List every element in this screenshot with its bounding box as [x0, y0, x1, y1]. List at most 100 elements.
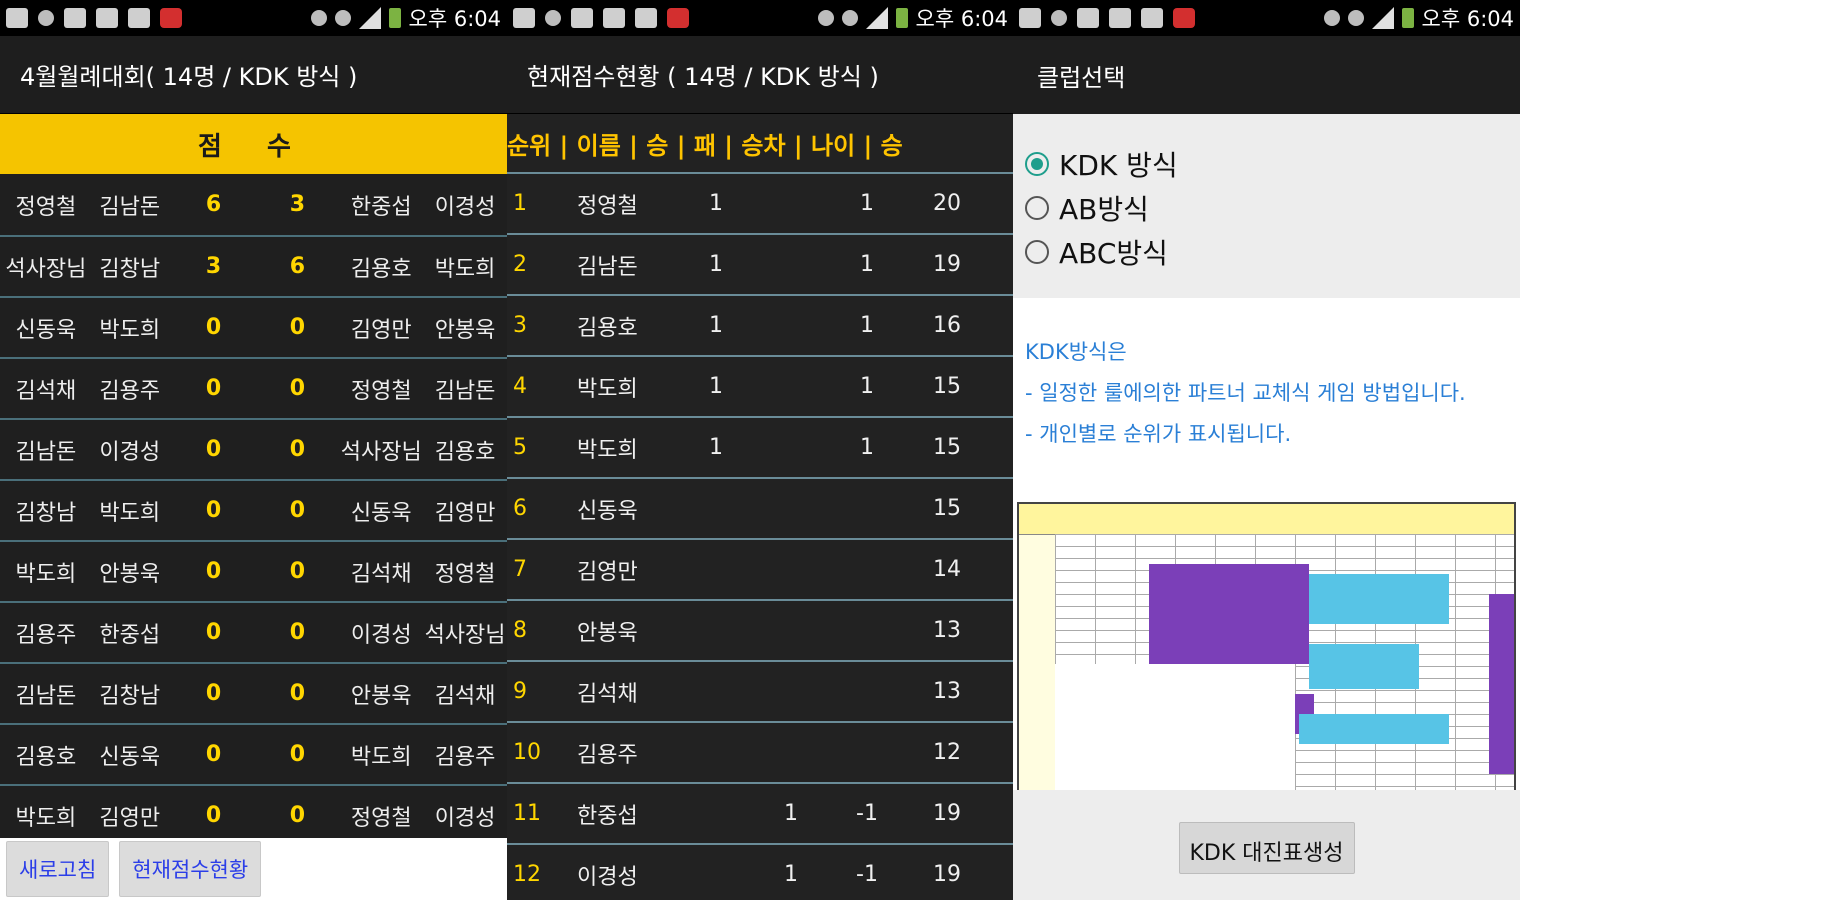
ranking-row: 6 신동욱 15 [507, 479, 1014, 540]
match-row[interactable]: 김용호 신동욱 0 0 박도희 김용주 [0, 723, 507, 784]
mute-icon [1323, 10, 1340, 26]
rank-cell: 4 [513, 374, 527, 399]
player-name: 김영만 [99, 805, 161, 831]
age-cell: 15 [933, 435, 961, 460]
clock: 오후 6:04 [408, 7, 501, 31]
shield-icon [128, 8, 150, 28]
player-name: 김석채 [434, 683, 496, 709]
back-icon [6, 8, 28, 28]
team-a-score: 0 [205, 498, 222, 523]
radio-option-abc[interactable]: ABC방식 [1013, 230, 1520, 274]
notification-icon [603, 8, 625, 28]
player-name: 안봉욱 [99, 561, 161, 587]
age-cell: 19 [933, 801, 961, 826]
refresh-button[interactable]: 새로고침 [6, 841, 110, 897]
ranking-row: 1 정영철 1 1 20 [507, 174, 1014, 235]
team-b-score: 0 [289, 315, 306, 340]
radio-option-ab[interactable]: AB방식 [1013, 186, 1520, 230]
name-cell: 김영만 [577, 559, 638, 585]
match-list: 정영철 김남돈 6 3 한중섭 이경성 석사장님 김창남 3 6 김용호 박도희 신동욱 박도희 0 0 김영만… [0, 174, 507, 845]
win-diff-cell: 1 [860, 374, 874, 399]
wins-cell: 1 [709, 435, 723, 460]
rank-cell: 2 [513, 252, 527, 277]
bottom-toolbar: 새로고침 현재점수현황 [0, 838, 507, 900]
team-b-score: 3 [289, 192, 306, 217]
player-name: 정영철 [350, 378, 412, 404]
match-row[interactable]: 김석채 김용주 0 0 정영철 김남돈 [0, 357, 507, 418]
player-name: 신동욱 [350, 500, 412, 526]
ranking-row: 8 안봉욱 13 [507, 601, 1014, 662]
match-row[interactable]: 박도희 안봉욱 0 0 김석채 정영철 [0, 540, 507, 601]
player-name: 이경성 [434, 194, 496, 220]
match-row[interactable]: 김남돈 김창남 0 0 안봉욱 김석채 [0, 662, 507, 723]
player-name: 박도희 [15, 805, 77, 831]
usb-icon [38, 10, 54, 26]
wins-cell: 1 [709, 313, 723, 338]
player-name: 이경성 [434, 805, 496, 831]
image-icon [64, 8, 86, 28]
name-cell: 한중섭 [577, 803, 638, 829]
mute-icon [310, 10, 327, 26]
match-row[interactable]: 김창남 박도희 0 0 신동욱 김영만 [0, 479, 507, 540]
age-cell: 19 [933, 862, 961, 887]
rank-cell: 12 [513, 862, 541, 887]
method-radio-group: KDK 방식 AB방식 ABC방식 [1013, 114, 1520, 298]
player-name: 안봉욱 [350, 683, 412, 709]
wins-cell: 1 [709, 191, 723, 216]
generate-bracket-button[interactable]: KDK 대진표생성 [1178, 822, 1355, 874]
rank-cell: 10 [513, 740, 541, 765]
match-row[interactable]: 석사장님 김창남 3 6 김용호 박도희 [0, 235, 507, 296]
current-score-button[interactable]: 현재점수현황 [119, 841, 262, 897]
radio-checked-icon[interactable] [1025, 152, 1049, 176]
name-cell: 안봉욱 [577, 620, 638, 646]
radio-option-kdk[interactable]: KDK 방식 [1013, 142, 1520, 186]
team-b-score: 0 [289, 803, 306, 828]
player-name: 김영만 [350, 317, 412, 343]
bluetooth-icon [334, 10, 351, 26]
player-name: 신동욱 [15, 317, 77, 343]
ranking-table-header: 순위 | 이름 | 승 | 패 | 승차 | 나이 | 승 [507, 114, 1014, 174]
name-cell: 박도희 [577, 376, 638, 402]
ranking-row: 12 이경성 1 -1 19 [507, 845, 1014, 900]
description-line: - 개인별로 순위가 표시됩니다. [1025, 422, 1292, 446]
match-row[interactable]: 박도희 김영만 0 0 정영철 이경성 [0, 784, 507, 845]
ranking-row: 3 김용호 1 1 16 [507, 296, 1014, 357]
player-name: 박도희 [99, 317, 161, 343]
wins-cell: 1 [709, 374, 723, 399]
battery-icon [388, 8, 401, 28]
team-b-score: 6 [289, 254, 306, 279]
radio-unchecked-icon[interactable] [1025, 240, 1049, 264]
player-name: 김용주 [434, 744, 496, 770]
player-name: 김용호 [350, 256, 412, 282]
ranking-table: 1 정영철 1 1 20 2 김남돈 1 1 19 3 김용호 1 1 16 4 박도희 1 1 15 5 박도희 1 1 15… [507, 174, 1014, 900]
radio-label: KDK 방식 [1059, 149, 1178, 182]
losses-cell: 1 [784, 862, 798, 887]
player-name: 석사장님 [424, 622, 506, 648]
win-diff-cell: 1 [860, 191, 874, 216]
player-name: 박도희 [350, 744, 412, 770]
match-row[interactable]: 정영철 김남돈 6 3 한중섭 이경성 [0, 174, 507, 235]
team-a-score: 0 [205, 681, 222, 706]
match-row[interactable]: 신동욱 박도희 0 0 김영만 안봉욱 [0, 296, 507, 357]
match-row[interactable]: 김남돈 이경성 0 0 석사장님 김용호 [0, 418, 507, 479]
signal-icon [865, 7, 888, 29]
shield-icon [1141, 8, 1163, 28]
clock: 오후 6:04 [915, 7, 1008, 31]
wins-cell: 1 [709, 252, 723, 277]
name-cell: 정영철 [577, 193, 638, 219]
page-title: 4월월례대회( 14명 / KDK 방식 ) [0, 36, 507, 114]
page-title: 현재점수현황 ( 14명 / KDK 방식 ) [507, 36, 1014, 114]
player-name: 김용호 [15, 744, 77, 770]
age-cell: 12 [933, 740, 961, 765]
player-name: 김남돈 [15, 439, 77, 465]
team-b-score: 0 [289, 742, 306, 767]
status-bar: 오후 6:04 [1013, 0, 1520, 36]
ranking-row: 7 김영만 14 [507, 540, 1014, 601]
notification-icon [1109, 8, 1131, 28]
radio-unchecked-icon[interactable] [1025, 196, 1049, 220]
player-name: 한중섭 [99, 622, 161, 648]
battery-icon [895, 8, 908, 28]
team-b-score: 0 [289, 498, 306, 523]
match-row[interactable]: 김용주 한중섭 0 0 이경성 석사장님 [0, 601, 507, 662]
player-name: 박도희 [15, 561, 77, 587]
